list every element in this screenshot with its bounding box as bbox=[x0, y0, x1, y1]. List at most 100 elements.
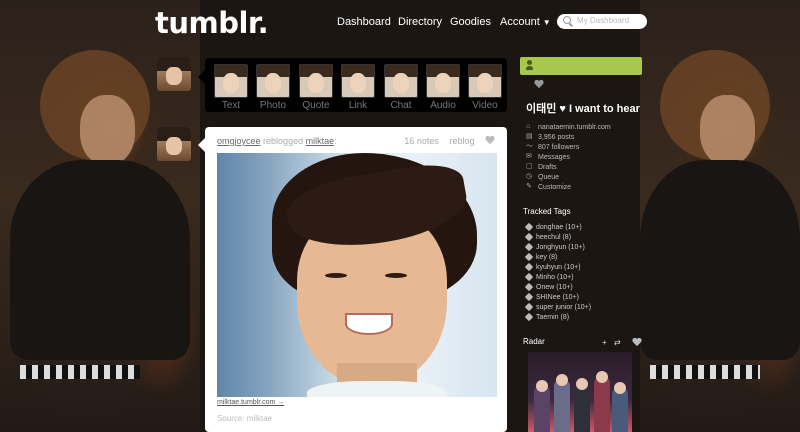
tag-item[interactable]: Taemin (8) bbox=[524, 312, 591, 322]
tag-item[interactable]: Jonghyun (10+) bbox=[524, 242, 591, 252]
radar-reblog-icon[interactable]: ⇄ bbox=[614, 338, 621, 347]
tag-item[interactable]: super junior (10+) bbox=[524, 302, 591, 312]
post-type-text[interactable]: Text bbox=[213, 64, 249, 111]
search-box[interactable]: My Dashboard bbox=[557, 14, 647, 29]
post-photo[interactable] bbox=[217, 153, 497, 397]
post-type-chat[interactable]: Chat bbox=[383, 64, 419, 111]
user-avatar[interactable] bbox=[157, 57, 191, 91]
tag-item[interactable]: kyuhyun (10+) bbox=[524, 262, 591, 272]
video-post-icon bbox=[468, 64, 502, 98]
sidebar-item-followers[interactable]: 〜 807 followers bbox=[526, 142, 611, 152]
tag-item[interactable]: Onew (10+) bbox=[524, 282, 591, 292]
tag-icon bbox=[524, 292, 534, 302]
new-post-bar: Text Photo Quote Link Chat Audio Video bbox=[205, 58, 507, 112]
sidebar-item-posts[interactable]: ▤ 3,956 posts bbox=[526, 132, 611, 142]
tag-label: heechul (8) bbox=[536, 233, 572, 241]
sidebar-item-customize[interactable]: ✎ Customize bbox=[526, 182, 611, 192]
nav-directory[interactable]: Directory bbox=[398, 16, 442, 28]
colon: : bbox=[334, 136, 337, 146]
messages-icon: ✉ bbox=[526, 153, 532, 160]
tag-icon bbox=[524, 262, 534, 272]
reblogger-link[interactable]: omgjoycee bbox=[217, 136, 261, 146]
tag-item[interactable]: heechul (8) bbox=[524, 232, 591, 242]
quote-post-icon bbox=[299, 64, 333, 98]
post-type-link[interactable]: Link bbox=[340, 64, 376, 111]
post-controls: 16 notes reblog bbox=[396, 136, 495, 146]
tag-label: SHINee (10+) bbox=[536, 293, 579, 301]
post-type-quote[interactable]: Quote bbox=[298, 64, 334, 111]
dashboard-post: omgjoycee reblogged milktae: 16 notes re… bbox=[205, 127, 507, 432]
post-type-label: Photo bbox=[259, 100, 287, 111]
tag-icon bbox=[524, 242, 534, 252]
tag-item[interactable]: SHINee (10+) bbox=[524, 292, 591, 302]
post-type-video[interactable]: Video bbox=[467, 64, 503, 111]
notes-count[interactable]: 16 notes bbox=[404, 136, 439, 146]
text-post-icon bbox=[214, 64, 248, 98]
radar-title: Radar bbox=[523, 337, 545, 346]
liked-heart-icon[interactable] bbox=[534, 80, 544, 89]
blog-selector[interactable] bbox=[520, 57, 642, 75]
radar-like-heart-icon[interactable] bbox=[632, 338, 642, 347]
tag-icon bbox=[524, 312, 534, 322]
blog-title[interactable]: 이태민 ♥ I want to hear your voice bbox=[526, 100, 642, 116]
sidebar-item-queue[interactable]: ◷ Queue bbox=[526, 172, 611, 182]
drafts-icon: ▢ bbox=[526, 163, 533, 170]
search-icon bbox=[563, 16, 571, 24]
post-type-label: Link bbox=[348, 100, 368, 111]
post-type-label: Chat bbox=[390, 100, 412, 111]
source-text: Source: milktae bbox=[217, 414, 273, 423]
chat-post-icon bbox=[384, 64, 418, 98]
queue-icon: ◷ bbox=[526, 173, 533, 180]
tag-item[interactable]: Minho (10+) bbox=[524, 272, 591, 282]
home-icon: ⌂ bbox=[526, 123, 531, 130]
tag-label: key (8) bbox=[536, 253, 558, 261]
nav-goodies[interactable]: Goodies bbox=[450, 16, 491, 28]
tag-icon bbox=[524, 302, 534, 312]
sidebar-item-drafts[interactable]: ▢ Drafts bbox=[526, 162, 611, 172]
radar-follow-icon[interactable]: + bbox=[602, 338, 607, 347]
tag-icon bbox=[524, 222, 534, 232]
tracked-tags-title: Tracked Tags bbox=[523, 207, 571, 216]
sidebar-item-messages[interactable]: ✉ Messages bbox=[526, 152, 611, 162]
nav-account-label: Account bbox=[500, 16, 540, 28]
tag-icon bbox=[524, 282, 534, 292]
reblog-button[interactable]: reblog bbox=[449, 136, 474, 146]
tumblr-logo[interactable]: tumblr. bbox=[155, 6, 269, 40]
like-heart-icon[interactable] bbox=[485, 136, 495, 145]
reblogged-text: reblogged bbox=[263, 136, 304, 146]
tag-icon bbox=[524, 252, 534, 262]
post-type-label: Audio bbox=[430, 100, 456, 111]
post-header: omgjoycee reblogged milktae: bbox=[217, 136, 337, 146]
post-type-photo[interactable]: Photo bbox=[255, 64, 291, 111]
post-type-audio[interactable]: Audio bbox=[425, 64, 461, 111]
tag-label: donghae (10+) bbox=[536, 223, 582, 231]
sidebar-item-label: Customize bbox=[538, 183, 572, 191]
sidebar-item-url[interactable]: ⌂ nanataemin.tumblr.com bbox=[526, 122, 611, 132]
link-post-icon bbox=[341, 64, 375, 98]
source-user-link[interactable]: milktae bbox=[306, 136, 335, 146]
blog-menu: ⌂ nanataemin.tumblr.com ▤ 3,956 posts 〜 807… bbox=[526, 122, 611, 192]
tag-item[interactable]: donghae (10+) bbox=[524, 222, 591, 232]
tag-label: kyuhyun (10+) bbox=[536, 263, 581, 271]
tag-icon bbox=[524, 232, 534, 242]
sidebar-item-label: 807 followers bbox=[538, 143, 580, 151]
tag-icon bbox=[524, 272, 534, 282]
post-type-label: Quote bbox=[302, 100, 330, 111]
chevron-down-icon: ▼ bbox=[542, 18, 551, 27]
sidebar-item-label: Messages bbox=[538, 153, 570, 161]
tag-label: Taemin (8) bbox=[536, 313, 570, 321]
radar-photo[interactable] bbox=[528, 352, 632, 432]
tag-item[interactable]: key (8) bbox=[524, 252, 591, 262]
post-pointer bbox=[198, 138, 205, 152]
nav-account[interactable]: Account ▼ bbox=[500, 16, 551, 28]
tracked-tags-list: donghae (10+) heechul (8) Jonghyun (10+)… bbox=[524, 222, 591, 322]
audio-post-icon bbox=[426, 64, 460, 98]
sidebar-item-label: Queue bbox=[538, 173, 560, 181]
tag-label: Jonghyun (10+) bbox=[536, 243, 585, 251]
sidebar-item-label: 3,956 posts bbox=[538, 133, 575, 141]
nav-dashboard[interactable]: Dashboard bbox=[337, 16, 391, 28]
search-placeholder: My Dashboard bbox=[577, 16, 630, 25]
caption-link[interactable]: milktae.tumblr.com → bbox=[217, 399, 284, 406]
reblogger-avatar[interactable] bbox=[157, 127, 191, 161]
post-type-label: Video bbox=[472, 100, 498, 111]
